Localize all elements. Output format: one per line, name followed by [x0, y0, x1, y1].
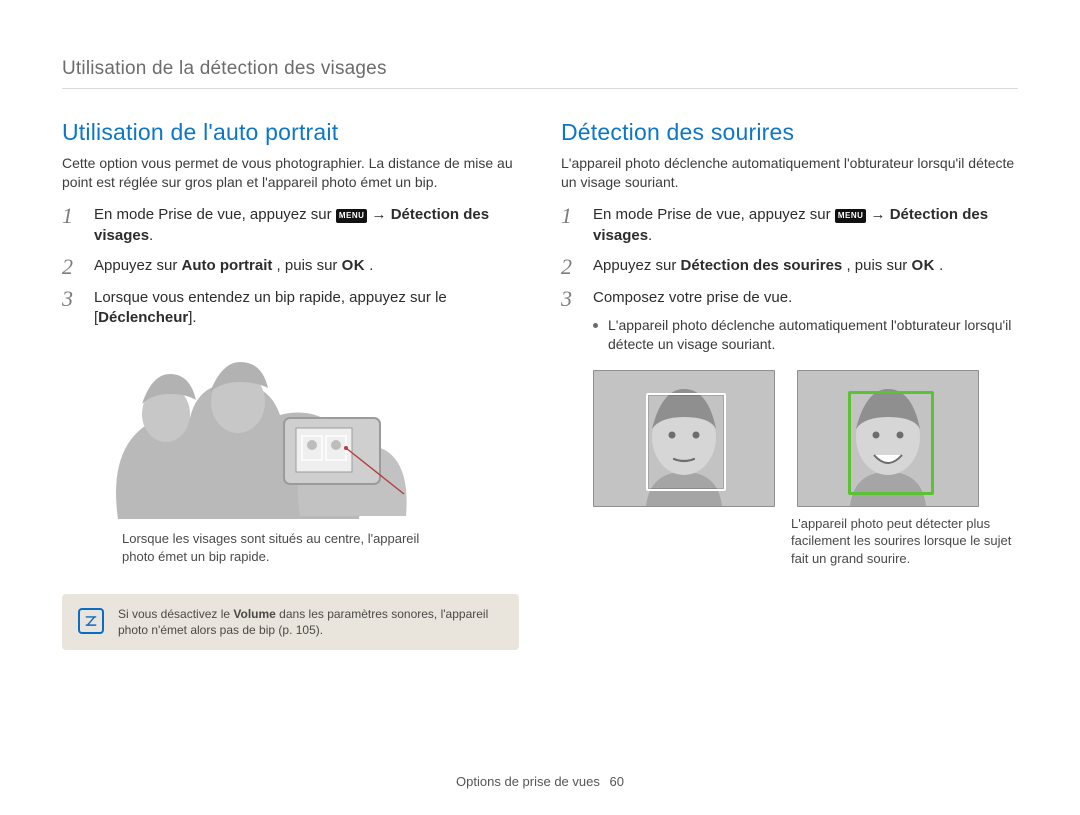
col-left: Utilisation de l'auto portrait Cette opt… [62, 117, 519, 650]
text: , puis sur [846, 257, 911, 274]
right-step-1: 1 En mode Prise de vue, appuyez sur MENU… [561, 205, 1018, 246]
page-footer: Options de prise de vues 60 [0, 773, 1080, 791]
step-number: 2 [62, 256, 82, 278]
text: En mode Prise de vue, appuyez sur [593, 206, 835, 223]
step-number: 1 [561, 205, 581, 227]
manual-page: Utilisation de la détection des visages … [0, 0, 1080, 815]
col-right: Détection des sourires L'appareil photo … [561, 117, 1018, 650]
left-step-1: 1 En mode Prise de vue, appuyez sur MENU… [62, 205, 519, 246]
text: En mode Prise de vue, appuyez sur [94, 206, 336, 223]
step-body: Composez votre prise de vue. [593, 288, 1018, 308]
right-caption: L'appareil photo peut détecter plus faci… [791, 515, 1018, 568]
left-caption: Lorsque les visages sont situés au centr… [122, 530, 442, 565]
text: , puis sur [277, 257, 342, 274]
arrow: → [871, 206, 890, 223]
step-body: En mode Prise de vue, appuyez sur MENU →… [593, 205, 1018, 246]
right-step-2: 2 Appuyez sur Détection des sourires , p… [561, 256, 1018, 278]
menu-chip-icon: MENU [835, 209, 867, 223]
left-step-2: 2 Appuyez sur Auto portrait , puis sur O… [62, 256, 519, 278]
bold: Détection des sourires [681, 257, 843, 274]
bold: Volume [233, 607, 275, 621]
bullet-dot-icon [593, 323, 598, 328]
text: Si vous désactivez le [118, 607, 233, 621]
text: Appuyez sur [593, 257, 681, 274]
right-title: Détection des sourires [561, 117, 1018, 148]
left-title: Utilisation de l'auto portrait [62, 117, 519, 148]
face-frame-green [848, 391, 934, 495]
step-number: 3 [561, 288, 581, 310]
footer-section: Options de prise de vues [456, 774, 600, 789]
page-header: Utilisation de la détection des visages [62, 56, 1018, 89]
period: . [939, 257, 943, 274]
step-number: 2 [561, 256, 581, 278]
step-number: 3 [62, 288, 82, 310]
bold: Auto portrait [182, 257, 273, 274]
note-box: Si vous désactivez le Volume dans les pa… [62, 594, 519, 650]
ok-icon: OK [911, 257, 935, 274]
selfie-svg [88, 344, 448, 524]
step-body: Appuyez sur Auto portrait , puis sur OK … [94, 256, 519, 276]
bullet-text: L'appareil photo déclenche automatiqueme… [608, 316, 1018, 354]
right-intro: L'appareil photo déclenche automatiqueme… [561, 154, 1018, 192]
menu-chip-icon: MENU [336, 209, 368, 223]
text: Appuyez sur [94, 257, 182, 274]
right-bullet: L'appareil photo déclenche automatiqueme… [593, 316, 1018, 354]
illustration-selfie [88, 344, 519, 524]
arrow: → [372, 206, 391, 223]
smile-image-smiling [797, 370, 979, 507]
columns: Utilisation de l'auto portrait Cette opt… [62, 117, 1018, 650]
step-number: 1 [62, 205, 82, 227]
text: ]. [188, 309, 196, 326]
smile-images [593, 370, 1018, 507]
right-step-3: 3 Composez votre prise de vue. [561, 288, 1018, 310]
period: . [369, 257, 373, 274]
left-step-3: 3 Lorsque vous entendez un bip rapide, a… [62, 288, 519, 329]
step-body: Lorsque vous entendez un bip rapide, app… [94, 288, 519, 329]
note-icon [78, 608, 104, 634]
step-body: En mode Prise de vue, appuyez sur MENU →… [94, 205, 519, 246]
period: . [648, 227, 652, 244]
left-intro: Cette option vous permet de vous photogr… [62, 154, 519, 192]
ok-icon: OK [342, 257, 366, 274]
smile-image-neutral [593, 370, 775, 507]
period: . [149, 227, 153, 244]
note-text: Si vous désactivez le Volume dans les pa… [118, 606, 503, 638]
bold: Déclencheur [98, 309, 188, 326]
face-frame-white [646, 393, 726, 491]
footer-page-number: 60 [609, 774, 623, 789]
step-body: Appuyez sur Détection des sourires , pui… [593, 256, 1018, 276]
